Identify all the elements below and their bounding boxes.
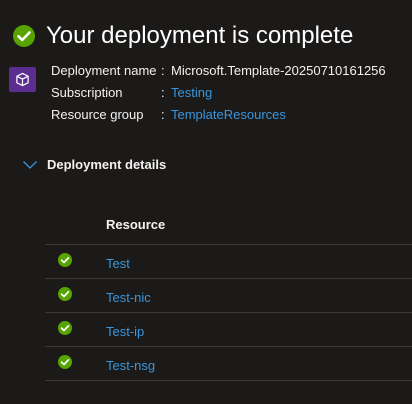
separator: :: [161, 63, 165, 78]
resource-link-test-nic[interactable]: Test-nic: [106, 279, 151, 317]
column-header-resource: Resource: [45, 206, 412, 245]
resource-link-test-nsg[interactable]: Test-nsg: [106, 347, 155, 385]
separator: :: [161, 85, 165, 100]
subscription-link[interactable]: Testing: [171, 82, 212, 104]
check-circle-icon: [58, 355, 72, 369]
check-circle-icon: [58, 321, 72, 335]
deployment-name-label: Deployment name: [51, 63, 157, 78]
deployment-icon: [9, 67, 36, 92]
page-header: Your deployment is complete: [12, 20, 353, 52]
check-circle-icon: [58, 253, 72, 267]
resource-table: Resource Test Test-nic Test-ip Test-nsg: [45, 206, 412, 381]
check-circle-icon: [58, 287, 72, 301]
resource-group-link[interactable]: TemplateResources: [171, 104, 286, 126]
deployment-details-label: Deployment details: [47, 157, 167, 172]
table-row: Test: [45, 245, 412, 279]
chevron-down-icon: [23, 161, 37, 169]
resource-group-label: Resource group: [51, 107, 144, 122]
deployment-details-toggle[interactable]: Deployment details: [22, 155, 166, 175]
deployment-name-value: Microsoft.Template-20250710161256: [171, 63, 386, 78]
table-row: Test-ip: [45, 313, 412, 347]
check-circle-icon: [13, 25, 35, 47]
table-row: Test-nsg: [45, 347, 412, 381]
resource-link-test-ip[interactable]: Test-ip: [106, 313, 144, 351]
page-title: Your deployment is complete: [46, 22, 354, 49]
table-row: Test-nic: [45, 279, 412, 313]
deployment-cube-icon: [16, 72, 29, 87]
deployment-complete-page: Your deployment is complete Deployment n…: [0, 0, 412, 404]
subscription-label: Subscription: [51, 85, 123, 100]
resource-link-test[interactable]: Test: [106, 245, 130, 283]
separator: :: [161, 107, 165, 122]
